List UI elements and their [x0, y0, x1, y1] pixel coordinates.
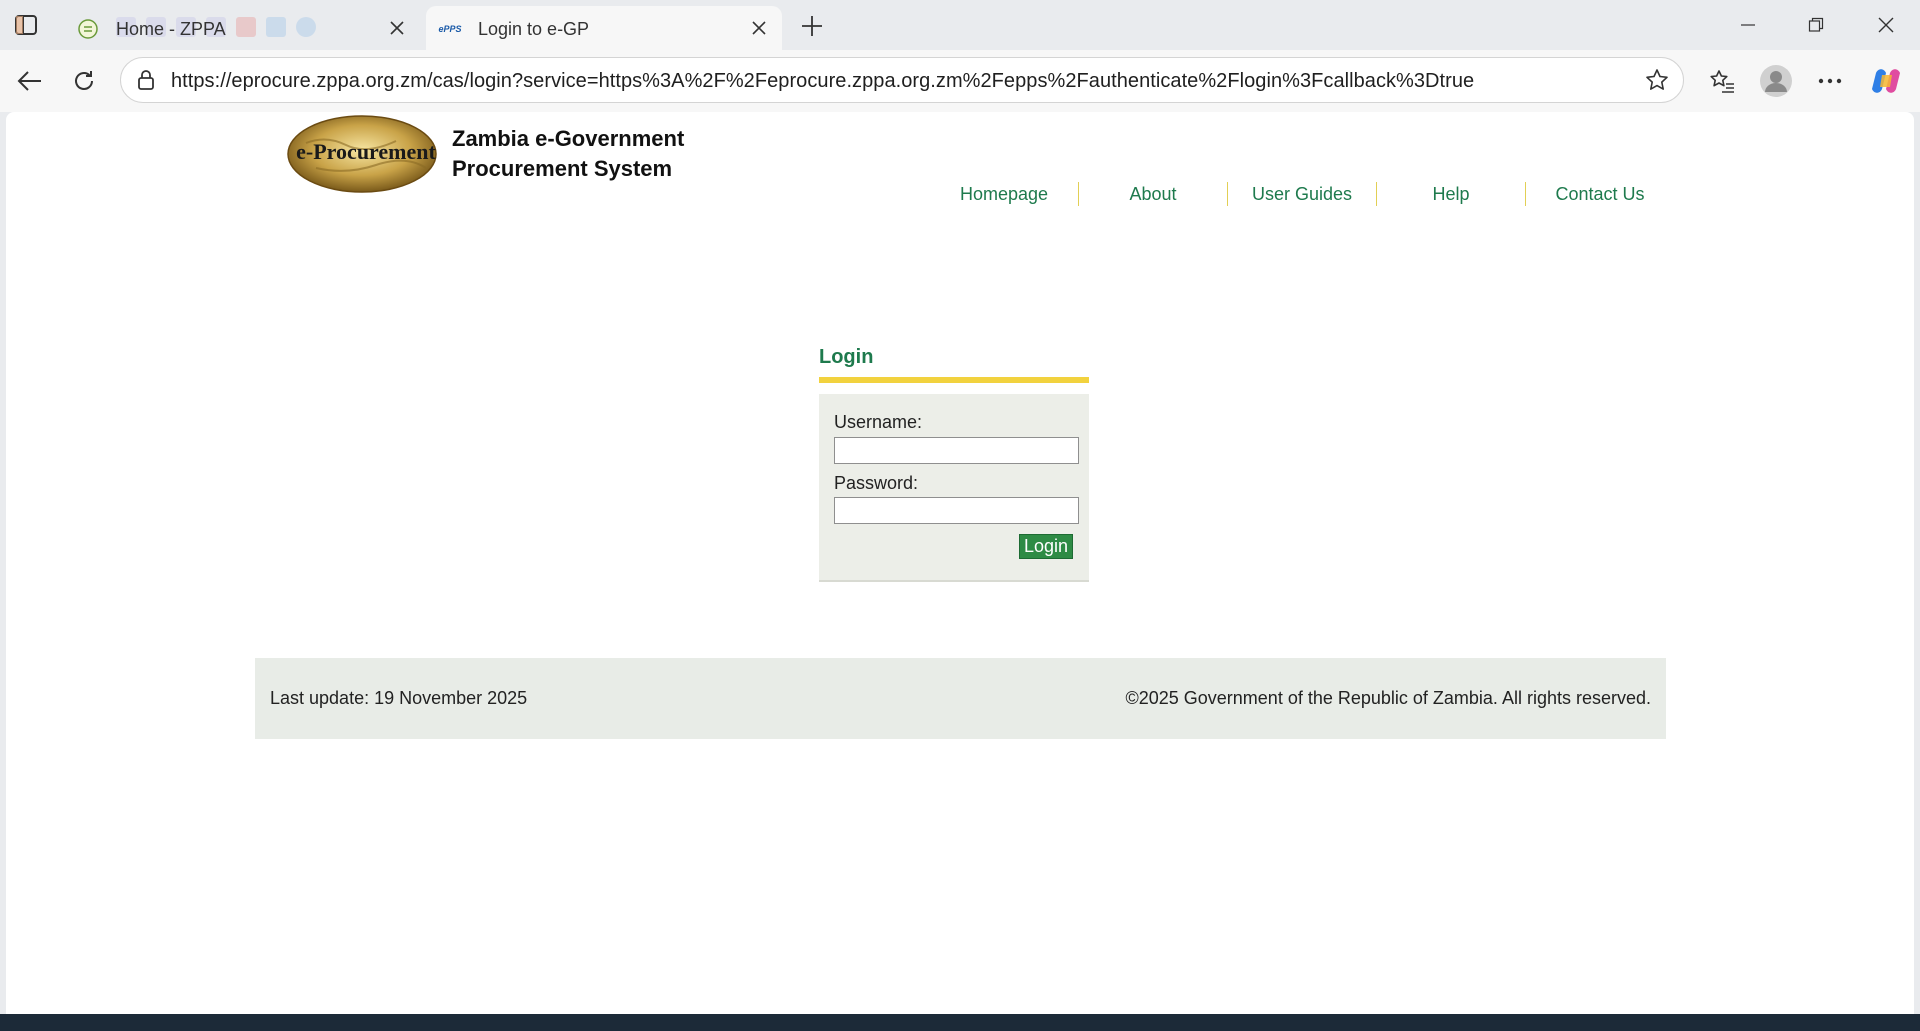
- site-title: Zambia e-Government Procurement System: [452, 124, 684, 184]
- site-title-line-2: Procurement System: [452, 156, 673, 181]
- tab-home-zppa[interactable]: Home - ZPPA: [64, 6, 420, 50]
- e-procurement-logo: e-Procurement: [286, 113, 446, 195]
- url-text[interactable]: https://eprocure.zppa.org.zm/cas/login?s…: [171, 70, 1474, 93]
- copilot-icon[interactable]: [1868, 63, 1904, 99]
- back-arrow-icon[interactable]: [12, 63, 48, 99]
- favorites-list-icon[interactable]: [1704, 63, 1740, 99]
- sidebar-toggle-icon[interactable]: [10, 10, 42, 40]
- tab-login-egp[interactable]: ePPS Login to e-GP: [426, 6, 782, 50]
- top-navigation: Homepage About User Guides Help Contact …: [930, 182, 1674, 206]
- username-label: Username:: [834, 412, 923, 432]
- window-close-icon[interactable]: [1858, 6, 1914, 44]
- nav-help[interactable]: Help: [1376, 182, 1525, 206]
- nav-user-guides[interactable]: User Guides: [1227, 182, 1376, 206]
- browser-tab-strip: Home - ZPPA ePPS Login to e-GP: [0, 0, 1920, 50]
- nav-about[interactable]: About: [1078, 182, 1227, 206]
- login-button[interactable]: Login: [1019, 534, 1073, 559]
- password-input[interactable]: [834, 497, 1079, 524]
- new-tab-icon[interactable]: [796, 10, 828, 42]
- page-viewport: e-Procurement Zambia e-Government Procur…: [6, 112, 1914, 1014]
- login-form: Username: Password: Login: [819, 394, 1089, 582]
- close-icon[interactable]: [748, 17, 770, 39]
- username-input[interactable]: [834, 437, 1079, 464]
- restore-icon[interactable]: [1788, 6, 1844, 44]
- close-icon[interactable]: [386, 17, 408, 39]
- browser-toolbar: https://eprocure.zppa.org.zm/cas/login?s…: [0, 50, 1920, 112]
- copyright-text: ©2025 Government of the Republic of Zamb…: [1125, 688, 1651, 708]
- zppa-favicon-icon: [78, 19, 98, 39]
- reload-icon[interactable]: [66, 63, 102, 99]
- nav-contact-us[interactable]: Contact Us: [1525, 182, 1674, 206]
- favorite-star-icon[interactable]: [1645, 68, 1669, 92]
- os-taskbar: [0, 1014, 1920, 1031]
- password-label: Password:: [834, 473, 919, 493]
- last-update-text: Last update: 19 November 2025: [270, 688, 528, 708]
- epps-favicon-icon: ePPS: [438, 24, 462, 34]
- lock-icon[interactable]: [135, 69, 157, 91]
- more-options-icon[interactable]: [1812, 63, 1848, 99]
- minimize-icon[interactable]: [1720, 6, 1776, 44]
- tab-title: Login to e-GP: [478, 19, 590, 39]
- nav-homepage[interactable]: Homepage: [930, 182, 1078, 206]
- login-heading: Login: [819, 346, 1089, 383]
- site-title-line-1: Zambia e-Government: [452, 126, 685, 151]
- logo-wordmark: e-Procurement: [296, 139, 436, 164]
- address-bar[interactable]: https://eprocure.zppa.org.zm/cas/login?s…: [120, 57, 1684, 103]
- tab-title: Home - ZPPA: [116, 19, 226, 39]
- page-footer: Last update: 19 November 2025 ©2025 Gove…: [255, 658, 1666, 739]
- profile-avatar-icon[interactable]: [1758, 63, 1794, 99]
